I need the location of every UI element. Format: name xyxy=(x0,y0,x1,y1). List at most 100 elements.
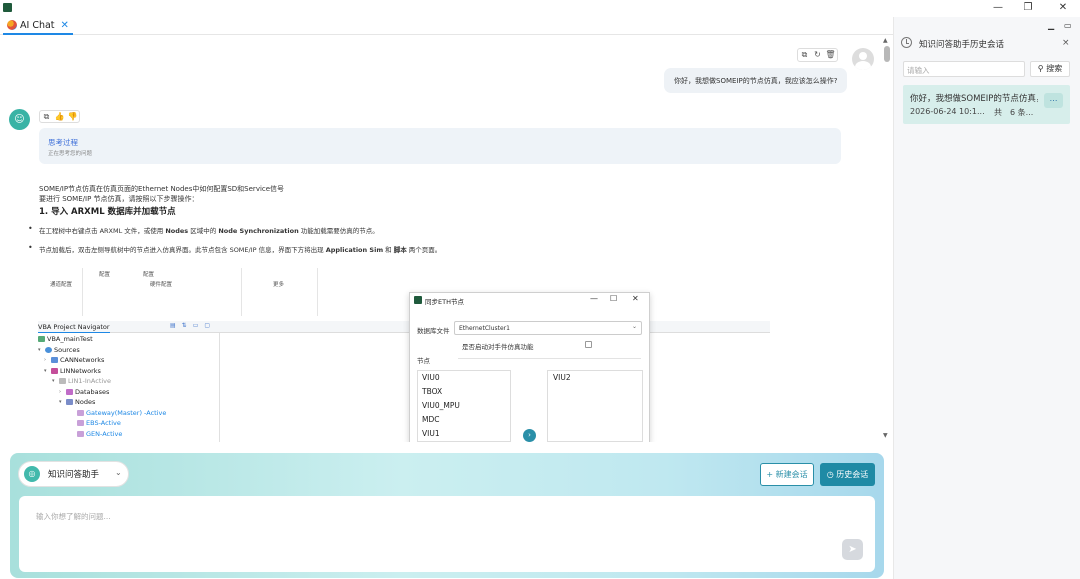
divider xyxy=(458,358,641,359)
bullet-dot: • xyxy=(28,224,33,233)
tree-item: Gateway(Master) -Active xyxy=(77,409,166,417)
user-message-toolbar: ⧉ ↻ 🗑 xyxy=(797,48,838,62)
user-avatar xyxy=(852,48,874,70)
list-item: MDC xyxy=(422,415,440,424)
tree-item: GEN-Active xyxy=(77,430,122,438)
copy-icon[interactable]: ⧉ xyxy=(798,49,811,61)
maximize-icon: ▢ xyxy=(204,322,211,329)
assistant-icon: ◎ xyxy=(24,466,40,482)
history-search-input[interactable]: 请输入 xyxy=(903,61,1025,77)
tree-item: › CANNetworks xyxy=(44,356,105,364)
thinking-title[interactable]: 思考过程 xyxy=(48,137,78,148)
history-clock-icon xyxy=(901,37,912,48)
tab-label: AI Chat xyxy=(20,19,55,31)
list-item: VIU0_MPU xyxy=(422,401,460,410)
tab-bar: AI Chat ✕ xyxy=(0,17,893,35)
nodes-label: 节点 xyxy=(417,357,430,365)
divider xyxy=(317,268,318,316)
cfg-label: 硬件配置 xyxy=(150,282,173,288)
db-label: 数据库文件 xyxy=(417,327,450,335)
tree-item: ▾ LIN1-InActive xyxy=(52,377,112,385)
dialog-app-icon xyxy=(414,296,422,304)
history-item-count: 共 6 条... xyxy=(994,108,1034,117)
title-bar xyxy=(0,0,1080,17)
question-placeholder[interactable]: 输入你想了解的问题... xyxy=(36,511,111,522)
node-icon xyxy=(77,410,84,416)
assistant-mode-label[interactable]: 知识问答助手 xyxy=(48,468,99,480)
history-button[interactable]: ◷ 历史会话 xyxy=(820,463,875,486)
minimize-button[interactable]: — xyxy=(987,1,1009,15)
ai-chat-icon xyxy=(7,20,17,30)
tree-item: ▾ Sources xyxy=(38,346,80,354)
close-window-button[interactable]: ✕ xyxy=(1052,1,1074,15)
panel-restore-icon[interactable]: ▭ xyxy=(1064,21,1072,30)
dialog-title: 同步ETH节点 xyxy=(425,298,464,306)
navigator-header xyxy=(38,321,770,333)
thumbs-down-icon[interactable]: 👎 xyxy=(66,111,79,123)
tree-item: EBS-Active xyxy=(77,419,121,427)
db-select: EthernetCluster1 xyxy=(454,321,642,335)
divider xyxy=(219,333,220,443)
tree-item: VBA_mainTest xyxy=(38,335,93,343)
cfg-label: 通道配置 xyxy=(50,282,73,288)
node-icon xyxy=(77,420,84,426)
cfg-label: 配置 xyxy=(99,272,111,278)
regenerate-icon[interactable]: ↻ xyxy=(811,49,824,61)
move-right-icon: › xyxy=(523,429,536,442)
thumbs-up-icon[interactable]: 👍 xyxy=(53,111,66,123)
node-icon xyxy=(77,431,84,437)
app-logo xyxy=(3,3,12,12)
search-icon: ⚲ xyxy=(1037,64,1044,73)
thinking-subtitle: 正在思考您的问题 xyxy=(48,151,93,157)
thinking-panel[interactable] xyxy=(39,128,841,164)
bot-avatar-icon: ☺ xyxy=(9,109,30,130)
minimize-icon: ▭ xyxy=(192,322,199,329)
answer-heading: 1. 导入 ARXML 数据库并加载节点 xyxy=(39,207,176,217)
navigator-title: VBA Project Navigator xyxy=(38,323,110,333)
history-panel-title: 知识问答助手历史会话 xyxy=(919,40,1005,50)
divider xyxy=(82,268,83,316)
dialog-minimize-icon: — xyxy=(590,294,598,303)
history-search-button[interactable]: ⚲ 搜索 xyxy=(1030,61,1070,77)
history-item-title[interactable]: 你好，我想做SOMEIP的节点仿真，我应该怎么操作? xyxy=(910,92,1038,104)
network-icon xyxy=(51,368,58,374)
dialog-maximize-icon: ☐ xyxy=(610,294,618,303)
tree-item: › Databases xyxy=(59,388,110,396)
tab-close-icon[interactable]: ✕ xyxy=(61,20,69,31)
list-item: VIU1 xyxy=(422,429,440,438)
history-icon: ◷ xyxy=(826,470,834,479)
question-input[interactable] xyxy=(19,496,875,572)
tree-item: ▾ LINNetworks xyxy=(44,367,101,375)
chevron-down-icon[interactable]: ⌄ xyxy=(115,468,122,477)
scroll-up-icon[interactable]: ▲ xyxy=(883,37,888,44)
chevron-down-icon: ⌄ xyxy=(632,323,638,330)
panel-minimize-icon[interactable]: ▁ xyxy=(1048,21,1054,30)
send-icon[interactable]: ➤ xyxy=(842,539,863,560)
more-options-icon[interactable]: … xyxy=(1044,93,1063,108)
bot-message-toolbar: ⧉ 👍 👎 xyxy=(39,110,80,123)
sim-checkbox xyxy=(585,341,592,348)
tab-ai-chat[interactable]: AI Chat ✕ xyxy=(3,17,73,35)
list-item: VIU0 xyxy=(422,373,440,382)
dialog-close-icon: ✕ xyxy=(632,294,639,303)
close-icon[interactable]: × xyxy=(1062,38,1070,48)
database-icon xyxy=(66,389,73,395)
restore-button[interactable]: ❐ xyxy=(1017,1,1039,15)
scrollbar-thumb[interactable] xyxy=(884,46,890,62)
copy-icon[interactable]: ⧉ xyxy=(40,111,53,123)
network-icon xyxy=(51,357,58,363)
delete-icon[interactable]: 🗑 xyxy=(824,49,837,61)
user-message: 你好，我想做SOMEIP的节点仿真，我应该怎么操作? xyxy=(664,68,848,93)
history-item-date: 2026-06-24 10:1... xyxy=(910,107,985,116)
answer-line: 要进行 SOME/IP 节点仿真，请按照以下步骤操作： xyxy=(39,195,199,203)
bullet-dot: • xyxy=(28,243,33,252)
divider xyxy=(241,268,242,316)
lin-icon xyxy=(59,378,66,384)
cfg-label: 配置 xyxy=(143,272,155,278)
filter-icon: ⇅ xyxy=(181,322,187,329)
scroll-down-icon[interactable]: ▼ xyxy=(883,432,888,439)
nodes-icon xyxy=(66,399,73,405)
new-chat-button[interactable]: + 新建会话 xyxy=(760,463,814,486)
sim-label: 是否启动对手件仿真功能 xyxy=(462,343,534,351)
navigator-toolbar: ▤ ⇅ ▭ ▢ xyxy=(170,322,210,329)
